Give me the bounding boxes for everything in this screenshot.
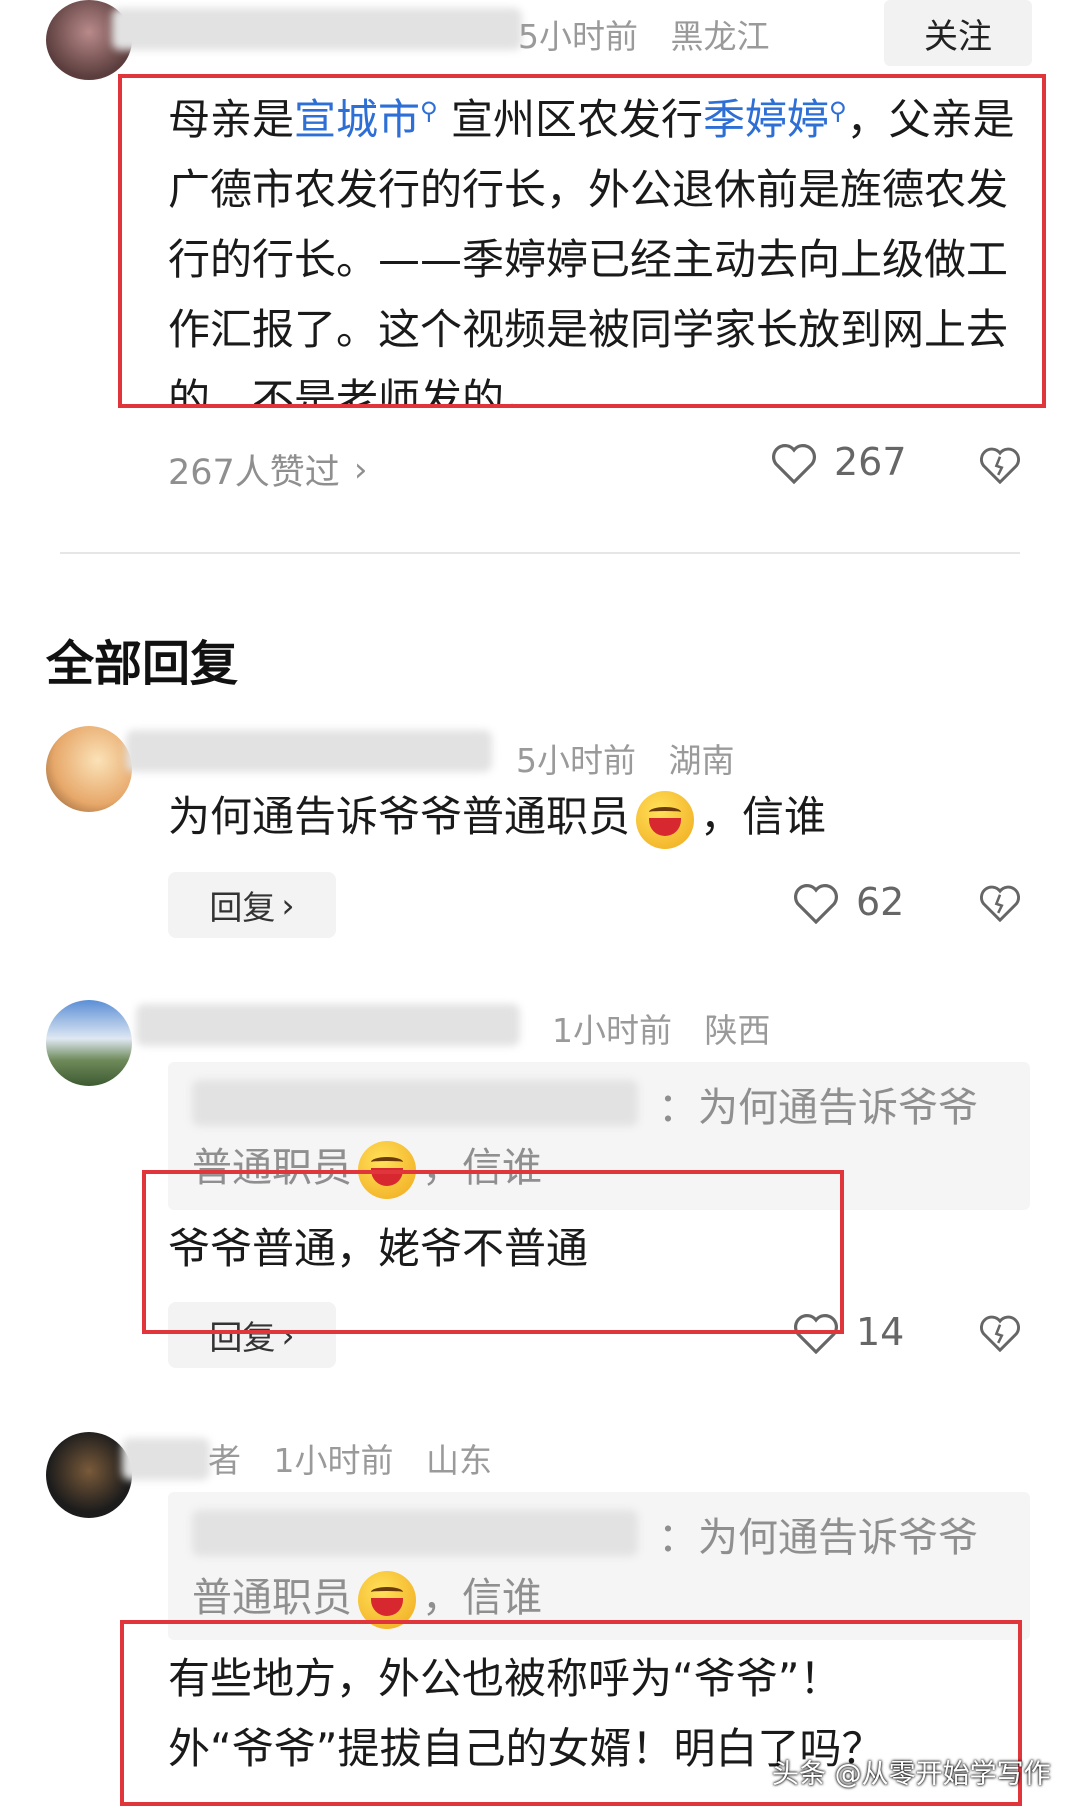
likes-summary-link[interactable]: 267人赞过 ›: [168, 444, 367, 495]
avatar[interactable]: [46, 1432, 132, 1518]
like-button[interactable]: 62: [792, 880, 904, 924]
username-redacted[interactable]: [136, 1004, 520, 1046]
divider: [60, 552, 1020, 554]
quoted-username-redacted: [192, 1510, 638, 1556]
likes-summary-text: 267人赞过: [168, 453, 340, 493]
follow-button[interactable]: 关注: [884, 0, 1032, 66]
like-button[interactable]: 267: [770, 440, 907, 484]
comment-meta: 1小时前 陕西: [552, 1004, 771, 1052]
username-tail: 者: [208, 1441, 241, 1480]
broken-heart-icon: [980, 447, 1020, 485]
quoted-text: ：为何通告诉爷爷: [658, 1085, 978, 1131]
quoted-comment[interactable]: ：为何通告诉爷爷 普通职员 ，信谁: [168, 1492, 1030, 1640]
chevron-right-icon: ›: [353, 449, 368, 490]
comment-location: 山东: [426, 1441, 492, 1480]
username-redacted[interactable]: [126, 730, 492, 772]
quoted-text: 普通职员: [192, 1575, 352, 1621]
username-redacted[interactable]: [122, 1438, 210, 1480]
comment-time: 5小时前: [516, 741, 636, 780]
comment-meta: 者 1小时前 山东: [208, 1434, 492, 1482]
dislike-button[interactable]: [978, 444, 1022, 488]
highlight-box: [142, 1170, 844, 1334]
chevron-right-icon: ›: [281, 885, 295, 925]
like-count: 62: [856, 880, 905, 924]
quoted-text: ，信谁: [422, 1575, 542, 1621]
comment-text: 为何通告诉爷爷普通职员 ，信谁: [168, 782, 826, 852]
avatar[interactable]: [46, 1000, 132, 1086]
comment-time: 1小时前: [273, 1441, 394, 1480]
username-redacted[interactable]: [112, 8, 522, 50]
like-count: 267: [834, 440, 907, 484]
dislike-button[interactable]: [978, 1312, 1022, 1356]
highlight-box: [118, 74, 1046, 408]
heart-icon: [794, 884, 838, 924]
avatar[interactable]: [46, 726, 132, 812]
reply-button[interactable]: 回复 ›: [168, 872, 336, 938]
comment-meta: 5小时前 湖南: [516, 734, 735, 782]
comment-location: 陕西: [704, 1011, 771, 1050]
dislike-button[interactable]: [978, 882, 1022, 926]
comment-meta: 5小时前 黑龙江: [518, 10, 770, 58]
heart-icon: [772, 444, 816, 484]
comment-time: 5小时前: [518, 17, 638, 56]
text-segment: ，信谁: [700, 792, 827, 841]
comment-location: 黑龙江: [670, 17, 770, 56]
like-count: 14: [856, 1310, 905, 1354]
broken-heart-icon: [980, 1315, 1020, 1353]
broken-heart-icon: [980, 885, 1020, 923]
laughing-emoji-icon: [636, 790, 695, 849]
comment-time: 1小时前: [552, 1011, 672, 1050]
watermark: 头条 @从零开始学写作: [772, 1759, 1051, 1790]
comment-location: 湖南: [668, 741, 735, 780]
quoted-username-redacted: [192, 1080, 638, 1126]
quoted-text: ：为何通告诉爷爷: [658, 1515, 978, 1561]
reply-label: 回复: [209, 888, 276, 927]
section-title: 全部回复: [46, 636, 239, 692]
text-segment: 为何通告诉爷爷普通职员: [168, 792, 631, 841]
